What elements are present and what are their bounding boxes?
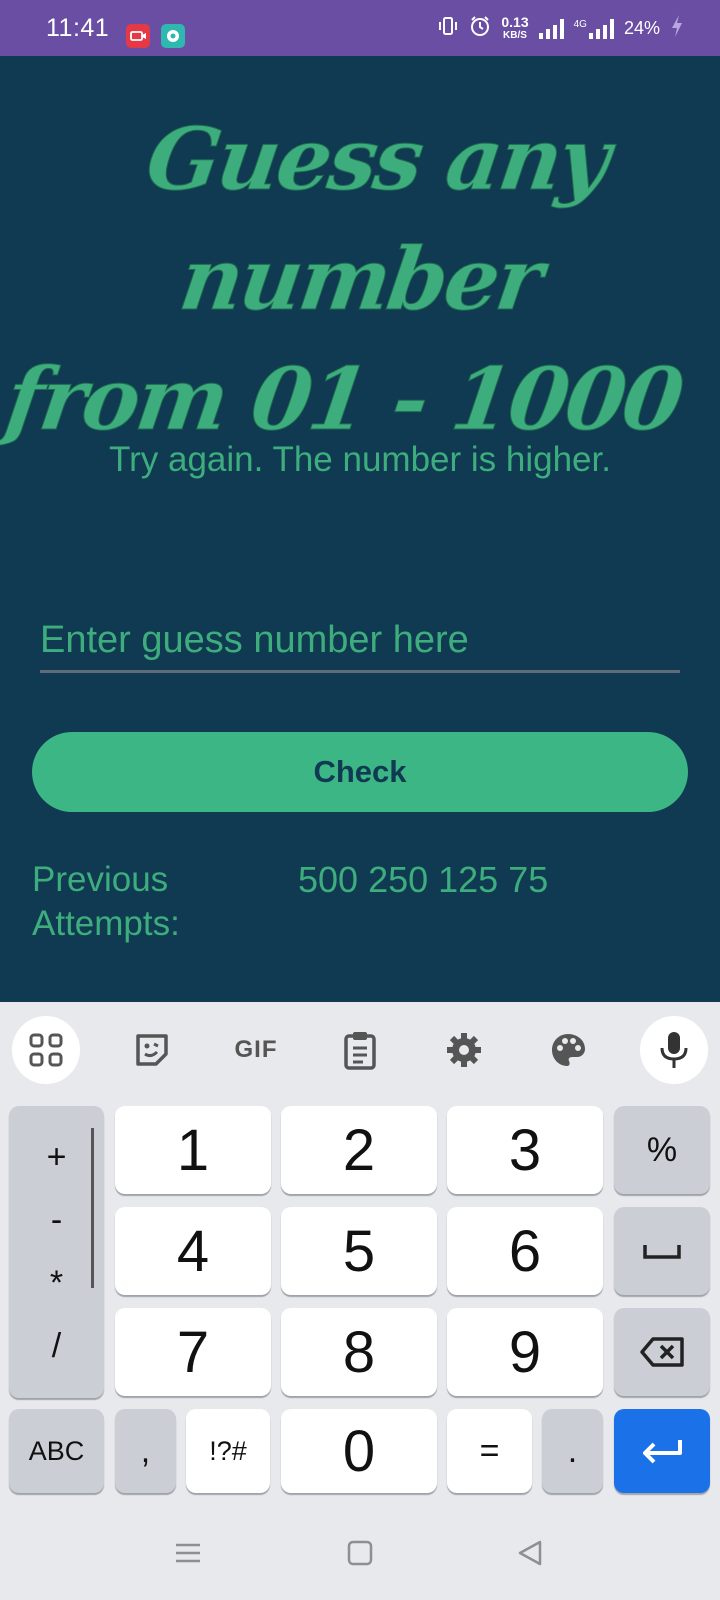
key-backspace[interactable] xyxy=(614,1308,710,1396)
operators-divider xyxy=(91,1128,94,1288)
settings-gear-icon[interactable] xyxy=(430,1016,498,1084)
op-minus: - xyxy=(50,1201,63,1239)
app-notification-icon xyxy=(161,24,185,48)
key-space[interactable] xyxy=(614,1207,710,1295)
gif-icon[interactable]: GIF xyxy=(222,1016,290,1084)
key-8[interactable]: 8 xyxy=(281,1308,437,1396)
signal-4g-icon: 4G xyxy=(573,18,614,39)
home-square-icon[interactable] xyxy=(345,1538,375,1568)
apps-grid-icon[interactable] xyxy=(12,1016,80,1084)
charging-icon xyxy=(670,14,684,43)
status-bar: 11:41 0.13 KB/S 4G 24% xyxy=(0,0,720,56)
battery-percent: 24% xyxy=(623,18,660,38)
back-triangle-icon[interactable] xyxy=(515,1538,545,1568)
space-bar-icon xyxy=(643,1245,681,1259)
key-5[interactable]: 5 xyxy=(281,1207,437,1295)
enter-arrow-icon xyxy=(643,1440,682,1464)
backspace-icon xyxy=(640,1337,684,1367)
key-enter[interactable] xyxy=(614,1409,710,1493)
status-right-group: 0.13 KB/S 4G 24% xyxy=(437,14,684,43)
status-time: 11:41 xyxy=(46,14,110,42)
sticker-icon[interactable] xyxy=(118,1016,186,1084)
microphone-icon[interactable] xyxy=(640,1016,708,1084)
key-6[interactable]: 6 xyxy=(447,1207,603,1295)
previous-attempts-values: 500 250 125 75 xyxy=(298,859,549,900)
key-4[interactable]: 4 xyxy=(115,1207,271,1295)
palette-icon[interactable] xyxy=(534,1016,602,1084)
network-type: 4G xyxy=(573,18,587,30)
net-speed-unit: KB/S xyxy=(503,29,527,41)
op-divide: / xyxy=(51,1327,62,1365)
key-0[interactable]: 0 xyxy=(281,1409,437,1493)
key-comma[interactable]: , xyxy=(115,1409,176,1493)
key-2[interactable]: 2 xyxy=(281,1106,437,1194)
page-title: Guess any number from 01 - 1000 xyxy=(0,100,720,460)
key-1[interactable]: 1 xyxy=(115,1106,271,1194)
key-7[interactable]: 7 xyxy=(115,1308,271,1396)
net-speed-value: 0.13 xyxy=(501,13,529,30)
feedback-message: Try again. The number is higher. xyxy=(109,440,611,479)
network-speed: 0.13 KB/S xyxy=(501,13,529,42)
key-symbols[interactable]: !?# xyxy=(186,1409,270,1493)
check-button[interactable]: Check xyxy=(32,732,688,812)
op-multiply: * xyxy=(49,1264,64,1302)
key-equals[interactable]: = xyxy=(447,1409,532,1493)
op-plus: + xyxy=(46,1138,67,1176)
key-percent[interactable]: % xyxy=(614,1106,710,1194)
vibrate-icon xyxy=(437,15,459,42)
operators-key[interactable]: + - * / xyxy=(9,1106,104,1398)
signal-icon xyxy=(538,18,564,39)
key-abc[interactable]: ABC xyxy=(9,1409,104,1493)
title-line-1: Guess any number xyxy=(140,109,614,331)
clipboard-icon[interactable] xyxy=(326,1016,394,1084)
key-3[interactable]: 3 xyxy=(447,1106,603,1194)
recents-menu-icon[interactable] xyxy=(173,1538,203,1568)
guess-number-input[interactable] xyxy=(40,610,680,673)
screen-record-icon xyxy=(126,24,150,48)
alarm-icon xyxy=(469,15,491,42)
key-9[interactable]: 9 xyxy=(447,1308,603,1396)
key-period[interactable]: . xyxy=(542,1409,603,1493)
previous-attempts-label: Previous Attempts: xyxy=(32,860,180,943)
